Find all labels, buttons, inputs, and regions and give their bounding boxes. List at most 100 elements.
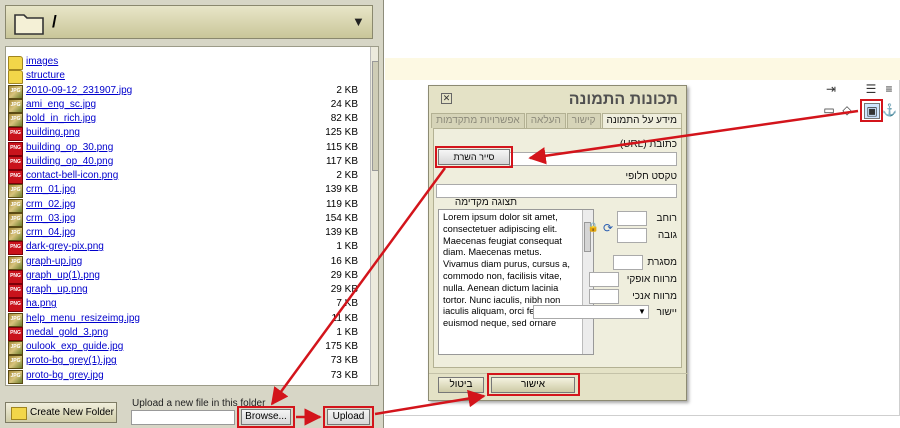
file-name-link[interactable]: crm_04.jpg [26, 226, 75, 240]
file-size: 29 KB [330, 284, 358, 295]
file-item[interactable]: graph-up.jpg 16 KB [6, 255, 366, 270]
alt-text-input[interactable] [436, 184, 677, 198]
list-icon[interactable]: ☰ [864, 82, 878, 96]
preview-label: תצוגה מקדימה [454, 197, 517, 208]
folder-selector[interactable]: / ▼ [5, 5, 373, 39]
file-name-link[interactable]: ha.png [26, 297, 57, 311]
tab-upload[interactable]: העלאה [525, 113, 566, 128]
file-item[interactable]: crm_01.jpg 139 KB [6, 183, 366, 199]
url-input[interactable] [509, 152, 677, 166]
file-name-link[interactable]: 2010-09-12_231907.jpg [26, 84, 132, 98]
folder-icon [8, 56, 23, 70]
create-folder-label: Create New Folder [30, 407, 114, 418]
file-item[interactable]: building.png 125 KB [6, 126, 366, 142]
file-size: 82 KB [330, 113, 358, 124]
file-item[interactable]: ha.png 7 KB [6, 297, 366, 313]
file-name-link[interactable]: proto-bg_grey.jpg [26, 369, 104, 383]
file-list-scrollbar[interactable] [370, 47, 378, 385]
file-item[interactable]: proto-bg_grey(1).jpg 73 KB [6, 354, 366, 370]
file-name-link[interactable]: contact-bell-icon.png [26, 169, 118, 183]
bullet-list-icon[interactable]: ≡ [882, 82, 896, 96]
border-label: מסגרת [647, 257, 677, 268]
file-name-link[interactable]: graph_up(1).png [26, 269, 100, 283]
file-size: 139 KB [325, 184, 358, 196]
file-size: 119 KB [325, 198, 358, 210]
file-item[interactable]: crm_03.jpg 154 KB [6, 212, 366, 227]
file-size: 7 KB [336, 298, 358, 310]
lock-icon[interactable]: 🔒 [588, 222, 599, 233]
file-name-link[interactable]: structure [26, 69, 65, 83]
file-name-link[interactable]: proto-bg_grey(1).jpg [26, 354, 117, 368]
editor-toolbar: ▭ ◇ ▣ ⚓ ☰ ≡ ⇥ [818, 76, 900, 126]
upload-highlight [323, 406, 374, 428]
file-size: 2 KB [336, 170, 358, 181]
create-folder-button[interactable]: Create New Folder [5, 402, 117, 423]
close-icon[interactable]: ✕ [441, 93, 452, 104]
jpg-file-icon [8, 227, 23, 241]
file-name-link[interactable]: building_op_40.png [26, 155, 113, 169]
file-item[interactable]: bold_in_rich.jpg 82 KB [6, 112, 366, 127]
indent-icon[interactable]: ⇥ [824, 82, 838, 96]
scrollbar-thumb[interactable] [372, 61, 378, 171]
url-label: כתובת (URL) [619, 139, 677, 150]
file-name-link[interactable]: graph-up.jpg [26, 255, 82, 269]
file-name-link[interactable]: crm_02.jpg [26, 198, 75, 212]
file-name-link[interactable]: oulook_exp_guide.jpg [26, 340, 123, 354]
file-name-link[interactable]: help_menu_resizeimg.jpg [26, 312, 140, 326]
browse-server-highlight [435, 146, 513, 168]
border-input[interactable] [613, 255, 643, 270]
chevron-down-icon: ▼ [638, 307, 646, 316]
folder-item[interactable]: images [6, 55, 366, 70]
width-input[interactable] [617, 211, 647, 226]
tab-image-info[interactable]: מידע על התמונה [601, 113, 682, 128]
file-item[interactable]: building_op_30.png 115 KB [6, 141, 366, 156]
file-name-link[interactable]: crm_01.jpg [26, 183, 75, 197]
chevron-down-icon[interactable]: ▼ [352, 14, 365, 29]
tab-advanced[interactable]: אפשרויות מתקדמות [431, 113, 525, 128]
align-label: יישור [656, 307, 677, 318]
eraser-icon[interactable]: ◇ [840, 103, 854, 117]
hspace-input[interactable] [589, 272, 619, 287]
file-item[interactable]: crm_04.jpg 139 KB [6, 226, 366, 241]
png-file-icon [8, 155, 23, 170]
file-name-link[interactable]: crm_03.jpg [26, 212, 75, 226]
file-size: 16 KB [330, 255, 358, 267]
height-input[interactable] [617, 228, 647, 243]
file-name-link[interactable]: images [26, 55, 58, 69]
file-item[interactable]: crm_02.jpg 119 KB [6, 198, 366, 213]
upload-file-input[interactable] [131, 410, 235, 425]
file-item[interactable]: contact-bell-icon.png 2 KB [6, 169, 366, 184]
dialog-tabs: מידע על התמונה קישור העלאה אפשרויות מתקד… [430, 113, 682, 128]
folder-item[interactable]: structure [6, 69, 366, 85]
file-name-link[interactable]: ami_eng_sc.jpg [26, 98, 96, 112]
file-item[interactable]: help_menu_resizeimg.jpg 11 KB [6, 312, 366, 327]
file-name-link[interactable]: graph_up.png [26, 283, 88, 297]
reset-size-icon[interactable]: ⟳ [603, 221, 613, 235]
tab-link[interactable]: קישור [566, 113, 601, 128]
file-item[interactable]: medal_gold_3.png 1 KB [6, 326, 366, 341]
file-item[interactable]: building_op_40.png 117 KB [6, 155, 366, 170]
file-name-link[interactable]: building.png [26, 126, 80, 140]
file-item[interactable]: ami_eng_sc.jpg 24 KB [6, 98, 366, 113]
vspace-input[interactable] [589, 289, 619, 304]
jpg-file-icon [8, 355, 23, 370]
cancel-button[interactable]: ביטול [438, 377, 484, 393]
file-name-link[interactable]: dark-grey-pix.png [26, 240, 104, 254]
file-item[interactable]: proto-bg_grey.jpg 73 KB [6, 369, 366, 384]
png-file-icon [8, 326, 23, 341]
anchor-icon[interactable]: ⚓ [882, 103, 897, 117]
ok-highlight [487, 373, 580, 396]
align-select[interactable]: ▼ [533, 305, 649, 319]
file-name-link[interactable]: bold_in_rich.jpg [26, 112, 96, 126]
file-item[interactable]: graph_up.png 29 KB [6, 283, 366, 298]
file-item[interactable]: graph_up(1).png 29 KB [6, 269, 366, 284]
browse-highlight [237, 406, 295, 428]
table-icon[interactable]: ▭ [822, 103, 836, 117]
file-size: 2 KB [336, 84, 358, 96]
file-name-link[interactable]: building_op_30.png [26, 141, 113, 155]
file-name-link[interactable]: medal_gold_3.png [26, 326, 108, 340]
hspace-label: מרווח אופקי [626, 274, 677, 285]
file-item[interactable]: oulook_exp_guide.jpg 175 KB [6, 340, 366, 355]
file-item[interactable]: dark-grey-pix.png 1 KB [6, 240, 366, 256]
file-item[interactable]: 2010-09-12_231907.jpg 2 KB [6, 84, 366, 99]
